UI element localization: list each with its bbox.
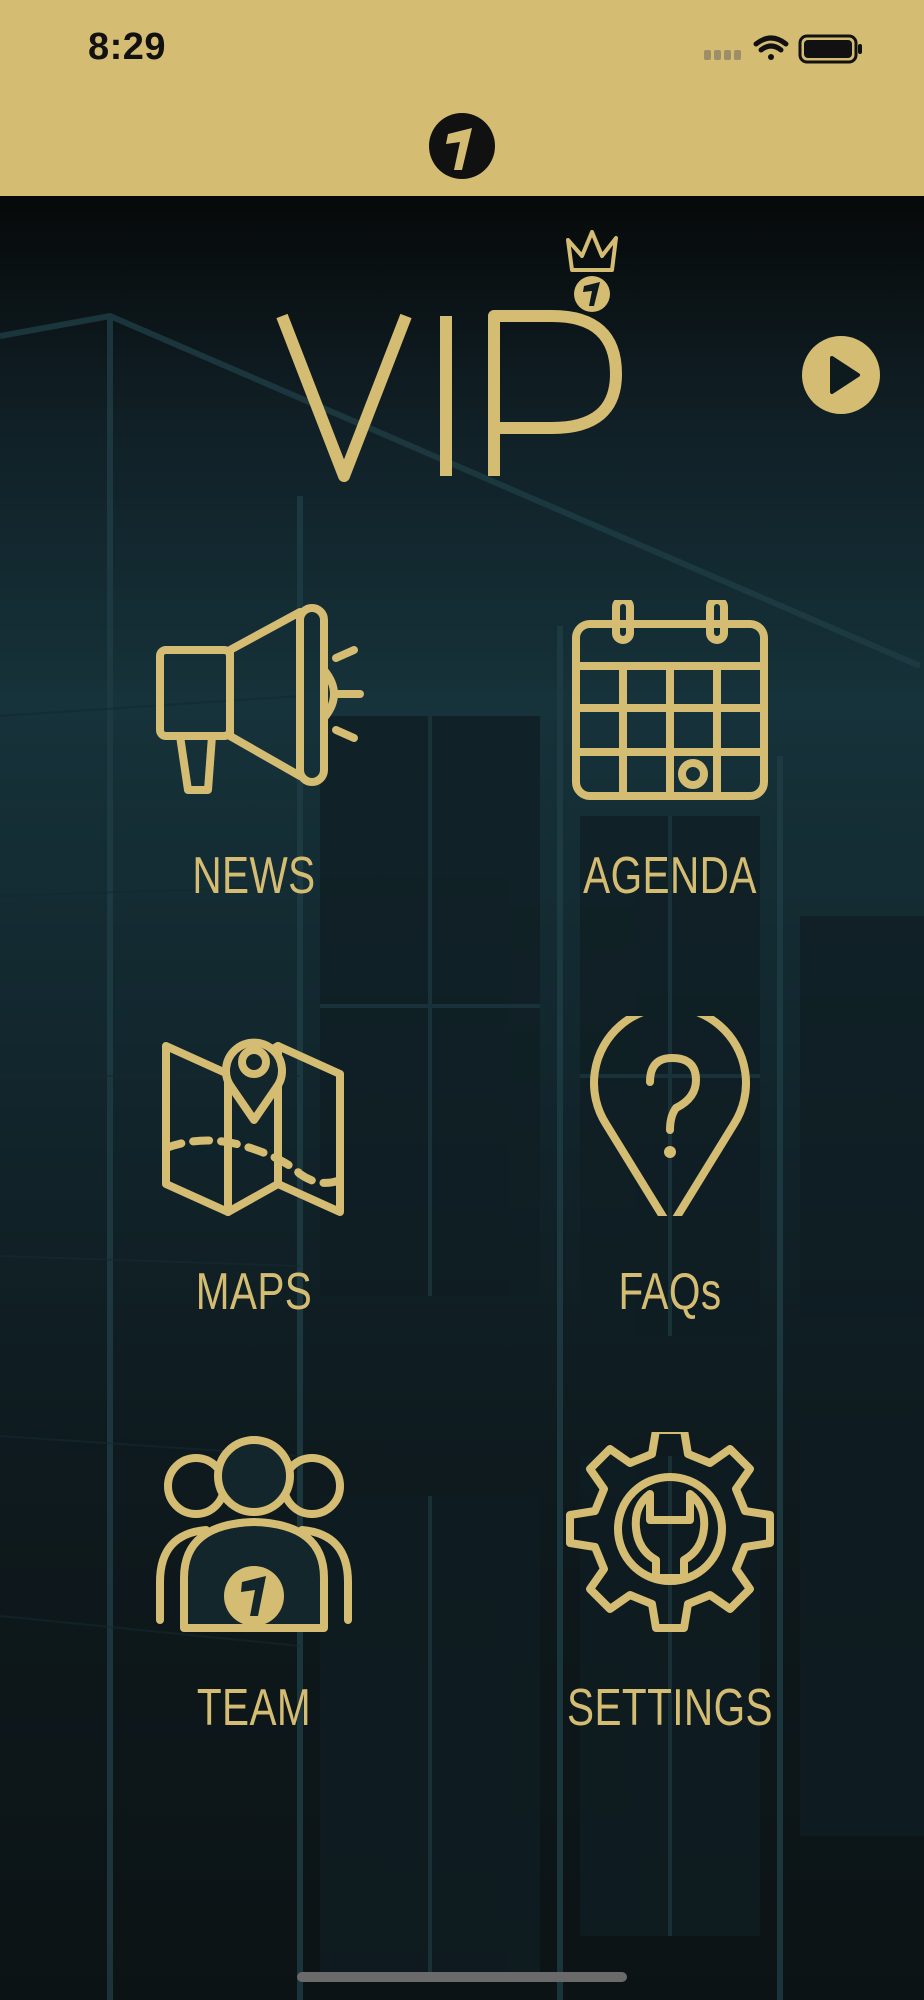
menu-label-settings: SETTINGS xyxy=(567,1679,773,1737)
menu-label-agenda: AGENDA xyxy=(583,847,757,905)
status-time: 8:29 xyxy=(88,26,167,68)
menu-label-faqs: FAQs xyxy=(618,1263,722,1321)
question-pin-icon xyxy=(590,1016,750,1216)
map-icon xyxy=(162,1038,344,1216)
signal-icon xyxy=(704,50,741,60)
menu-item-settings[interactable]: SETTINGS xyxy=(520,1432,820,1738)
battery-icon xyxy=(798,34,862,64)
crown-icon xyxy=(566,230,618,312)
menu-item-faqs[interactable]: FAQs xyxy=(520,1016,820,1322)
header-bar: 8:29 xyxy=(0,0,924,196)
menu-item-agenda[interactable]: AGENDA xyxy=(520,600,820,906)
megaphone-icon xyxy=(156,604,364,794)
vip-logo xyxy=(276,230,622,482)
status-icons xyxy=(704,34,862,64)
menu-label-team: TEAM xyxy=(196,1679,312,1737)
home-indicator[interactable] xyxy=(297,1972,627,1982)
menu-label-news: NEWS xyxy=(192,847,316,905)
menu-label-maps: MAPS xyxy=(195,1263,313,1321)
play-icon xyxy=(830,356,860,394)
team-icon xyxy=(156,1436,352,1632)
calendar-icon xyxy=(572,600,768,800)
brand-one-icon xyxy=(429,113,495,179)
wifi-icon xyxy=(753,35,789,60)
home-screen: NEWS AGENDA MAPS FAQs TEAM SETTINGS xyxy=(0,196,924,2000)
play-button[interactable] xyxy=(802,336,880,414)
menu-item-team[interactable]: TEAM xyxy=(104,1432,404,1738)
menu-item-maps[interactable]: MAPS xyxy=(104,1016,404,1322)
gear-icon xyxy=(566,1432,774,1632)
menu-item-news[interactable]: NEWS xyxy=(104,600,404,906)
